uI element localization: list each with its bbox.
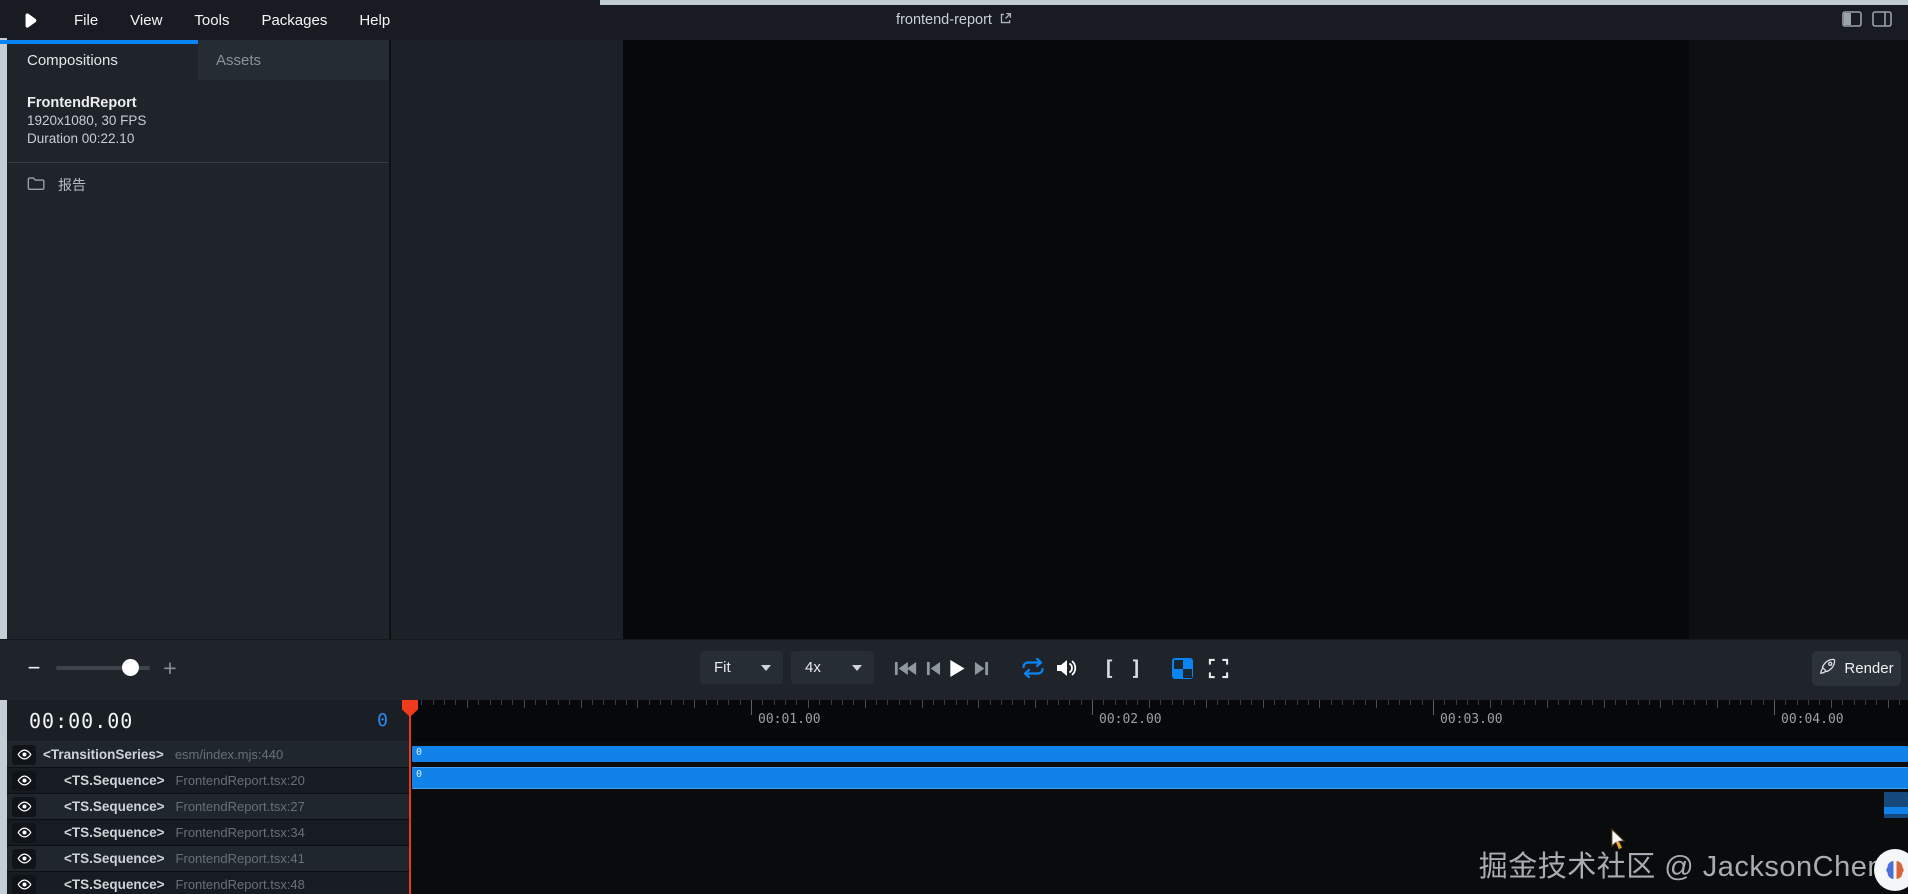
menu-item-view[interactable]: View <box>118 6 174 35</box>
panel-toggles <box>1842 0 1892 40</box>
sidebar-tabs: Compositions Assets <box>7 40 389 80</box>
visibility-eye-icon[interactable] <box>12 875 36 894</box>
menu-item-file[interactable]: File <box>62 6 110 35</box>
out-point-button[interactable]: ] <box>1129 656 1143 680</box>
track-tag: <TS.Sequence> <box>64 773 165 788</box>
compositions-panel: FrontendReport 1920x1080, 30 FPS Duratio… <box>7 80 389 639</box>
track-row[interactable]: <TS.Sequence> FrontendReport.tsx:20 <box>7 768 410 794</box>
tab-compositions[interactable]: Compositions <box>7 40 198 80</box>
composition-name: FrontendReport <box>27 94 389 112</box>
track-tag: <TS.Sequence> <box>64 799 165 814</box>
track-source[interactable]: FrontendReport.tsx:20 <box>176 773 305 788</box>
timeline-header: 00:00.00 0 <box>7 700 410 742</box>
playhead-line[interactable] <box>409 700 411 894</box>
sequence-bar-transition-series[interactable]: 0 <box>412 746 1908 762</box>
loop-toggle-icon[interactable] <box>1020 656 1046 680</box>
active-tab-indicator <box>0 40 198 44</box>
track-tag: <TS.Sequence> <box>64 851 165 866</box>
preview-background-left <box>389 40 623 639</box>
rocket-icon <box>1819 658 1836 679</box>
timeline-track-list: <TransitionSeries> esm/index.mjs:440 <TS… <box>7 742 410 894</box>
remotion-logo-icon[interactable] <box>20 10 40 30</box>
previous-frame-button[interactable] <box>924 656 942 680</box>
visibility-eye-icon[interactable] <box>12 849 36 869</box>
transparency-toggle-icon[interactable] <box>1172 658 1193 679</box>
sequence-start-frame: 0 <box>416 747 422 758</box>
playback-speed-select[interactable]: 4x <box>791 651 874 684</box>
visibility-eye-icon[interactable] <box>12 771 36 791</box>
render-button[interactable]: Render <box>1812 651 1901 686</box>
mouse-cursor-icon <box>1608 828 1627 856</box>
title-text: frontend-report <box>896 12 992 28</box>
sequence-bar-ts-sequence-1[interactable]: 0 <box>412 767 1908 789</box>
external-link-icon[interactable] <box>999 12 1012 29</box>
folder-label: 报告 <box>58 175 86 195</box>
canvas-size-value: Fit <box>714 659 731 676</box>
tab-assets[interactable]: Assets <box>198 40 389 80</box>
track-tag: <TS.Sequence> <box>64 825 165 840</box>
remotion-studio-window: File View Tools Packages Help frontend-r… <box>0 0 1908 894</box>
visibility-eye-icon[interactable] <box>12 797 36 817</box>
composition-info[interactable]: FrontendReport 1920x1080, 30 FPS Duratio… <box>7 80 389 148</box>
jump-to-start-button[interactable] <box>893 656 919 680</box>
track-row[interactable]: <TS.Sequence> FrontendReport.tsx:41 <box>7 846 410 872</box>
current-frame-number: 0 <box>377 710 388 731</box>
composition-duration: Duration 00:22.10 <box>27 130 389 148</box>
folder-icon <box>27 176 45 194</box>
menu-item-help[interactable]: Help <box>347 6 402 35</box>
current-timecode: 00:00.00 <box>29 709 133 733</box>
sequence-start-frame: 0 <box>416 769 422 780</box>
sequence-bar-ts-sequence-2[interactable] <box>1884 792 1908 818</box>
toggle-right-panel-icon[interactable] <box>1872 11 1892 30</box>
composition-folder-item[interactable]: 报告 <box>7 163 389 205</box>
track-source[interactable]: FrontendReport.tsx:34 <box>176 825 305 840</box>
timeline-zoom-slider[interactable] <box>56 658 150 678</box>
menu-items: File View Tools Packages Help <box>62 6 402 35</box>
render-button-label: Render <box>1844 660 1893 677</box>
next-frame-button[interactable] <box>972 656 990 680</box>
track-source[interactable]: esm/index.mjs:440 <box>175 747 283 762</box>
sequence-bar-highlight <box>1884 807 1908 814</box>
ruler-label-3s: 00:03.00 <box>1440 712 1503 727</box>
track-row[interactable]: <TS.Sequence> FrontendReport.tsx:48 <box>7 872 410 894</box>
ruler-label-4s: 00:04.00 <box>1781 712 1844 727</box>
track-tag: <TS.Sequence> <box>64 877 165 892</box>
playback-speed-value: 4x <box>805 659 821 676</box>
timeline-zoom-in-button[interactable]: + <box>158 654 182 682</box>
track-tag: <TransitionSeries> <box>43 747 164 762</box>
ruler-label-1s: 00:01.00 <box>758 712 821 727</box>
toggle-left-panel-icon[interactable] <box>1842 11 1862 30</box>
in-point-button[interactable]: [ <box>1102 656 1116 680</box>
assistant-badge-icon[interactable] <box>1874 849 1908 891</box>
menu-item-packages[interactable]: Packages <box>249 6 339 35</box>
track-row[interactable]: <TransitionSeries> esm/index.mjs:440 <box>7 742 410 768</box>
preview-canvas[interactable] <box>623 40 1689 639</box>
track-row[interactable]: <TS.Sequence> FrontendReport.tsx:34 <box>7 820 410 846</box>
preview-background-right <box>1689 40 1908 639</box>
visibility-eye-icon[interactable] <box>12 745 36 765</box>
timeline-ruler[interactable]: 00:01.00 00:02.00 00:03.00 00:04.00 <box>410 700 1908 742</box>
window-left-edge <box>0 38 7 894</box>
play-button[interactable] <box>946 656 968 680</box>
visibility-eye-icon[interactable] <box>12 823 36 843</box>
menu-item-tools[interactable]: Tools <box>182 6 241 35</box>
window-top-edge <box>600 0 1908 5</box>
ruler-label-2s: 00:02.00 <box>1099 712 1162 727</box>
watermark-text: 掘金技术社区 @ JacksonChen <box>1479 843 1884 885</box>
zoom-slider-thumb[interactable] <box>122 659 139 676</box>
canvas-size-select[interactable]: Fit <box>700 651 783 684</box>
composition-title: frontend-report <box>896 0 1012 40</box>
track-source[interactable]: FrontendReport.tsx:48 <box>176 877 305 892</box>
track-source[interactable]: FrontendReport.tsx:27 <box>176 799 305 814</box>
chevron-down-icon <box>852 665 862 671</box>
track-source[interactable]: FrontendReport.tsx:41 <box>176 851 305 866</box>
volume-icon[interactable] <box>1054 656 1078 680</box>
track-row[interactable]: <TS.Sequence> FrontendReport.tsx:27 <box>7 794 410 820</box>
fullscreen-icon[interactable] <box>1206 656 1230 680</box>
timeline-zoom-out-button[interactable]: − <box>22 655 46 681</box>
composition-format: 1920x1080, 30 FPS <box>27 112 389 130</box>
menu-bar: File View Tools Packages Help frontend-r… <box>0 0 1908 40</box>
chevron-down-icon <box>761 665 771 671</box>
